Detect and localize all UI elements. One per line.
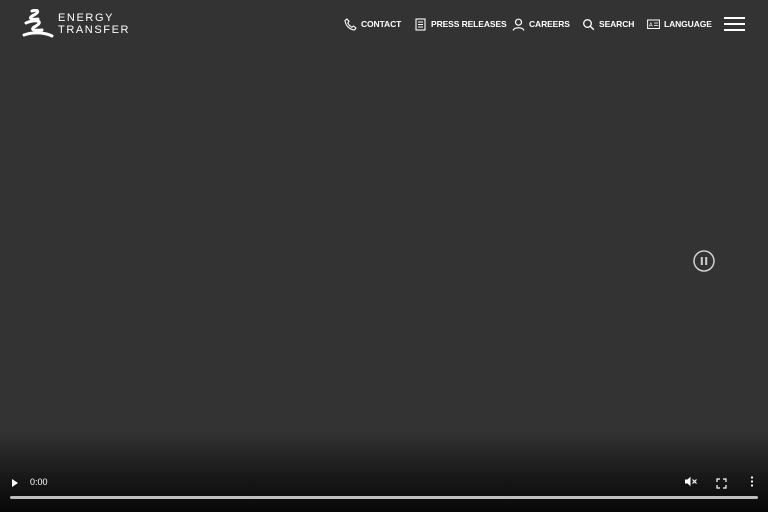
nav-careers[interactable]: CAREERS [512,17,570,31]
page: ENERGY TRANSFER CONTACT PRESS RELEASES C… [0,0,768,512]
energy-transfer-logo[interactable]: ENERGY TRANSFER [22,9,128,39]
logo-wordmark: ENERGY TRANSFER [58,12,130,36]
pause-icon [693,250,715,272]
nav-language-label: LANGUAGE [664,18,712,29]
current-time: 0:00 [30,477,48,487]
nav-search[interactable]: SEARCH [582,17,634,31]
video-progress-bar[interactable] [10,496,758,499]
hamburger-bar [724,29,745,31]
logo-icon [22,9,54,38]
pause-button[interactable] [693,250,715,272]
nav-contact[interactable]: CONTACT [344,17,401,31]
hamburger-menu-icon[interactable] [724,16,745,32]
nav-search-label: SEARCH [599,18,635,29]
site-header: ENERGY TRANSFER CONTACT PRESS RELEASES C… [0,0,768,48]
logo-line-1: ENERGY [58,12,115,24]
nav-press-releases[interactable]: PRESS RELEASES [414,17,507,31]
hamburger-bar [724,23,745,25]
hamburger-bar [724,17,745,19]
nav-contact-label: CONTACT [361,18,402,29]
logo-line-2: TRANSFER [58,24,131,36]
nav-press-releases-label: PRESS RELEASES [431,18,507,29]
more-options-button[interactable] [750,475,754,488]
mute-button[interactable] [684,475,698,488]
video-controls-bar [0,430,768,512]
phone-icon [344,17,357,31]
mute-icon [685,476,697,487]
more-vertical-icon [750,476,754,487]
svg-text:A: A [649,22,653,28]
user-icon [512,18,525,31]
search-icon [582,18,595,31]
language-icon: A [647,18,660,31]
play-icon [12,479,18,487]
fullscreen-icon [716,478,727,489]
fullscreen-button[interactable] [716,476,727,489]
play-button[interactable] [10,476,20,488]
nav-careers-label: CAREERS [529,18,570,29]
nav-language[interactable]: A LANGUAGE [647,17,712,31]
newspaper-icon [414,17,427,31]
